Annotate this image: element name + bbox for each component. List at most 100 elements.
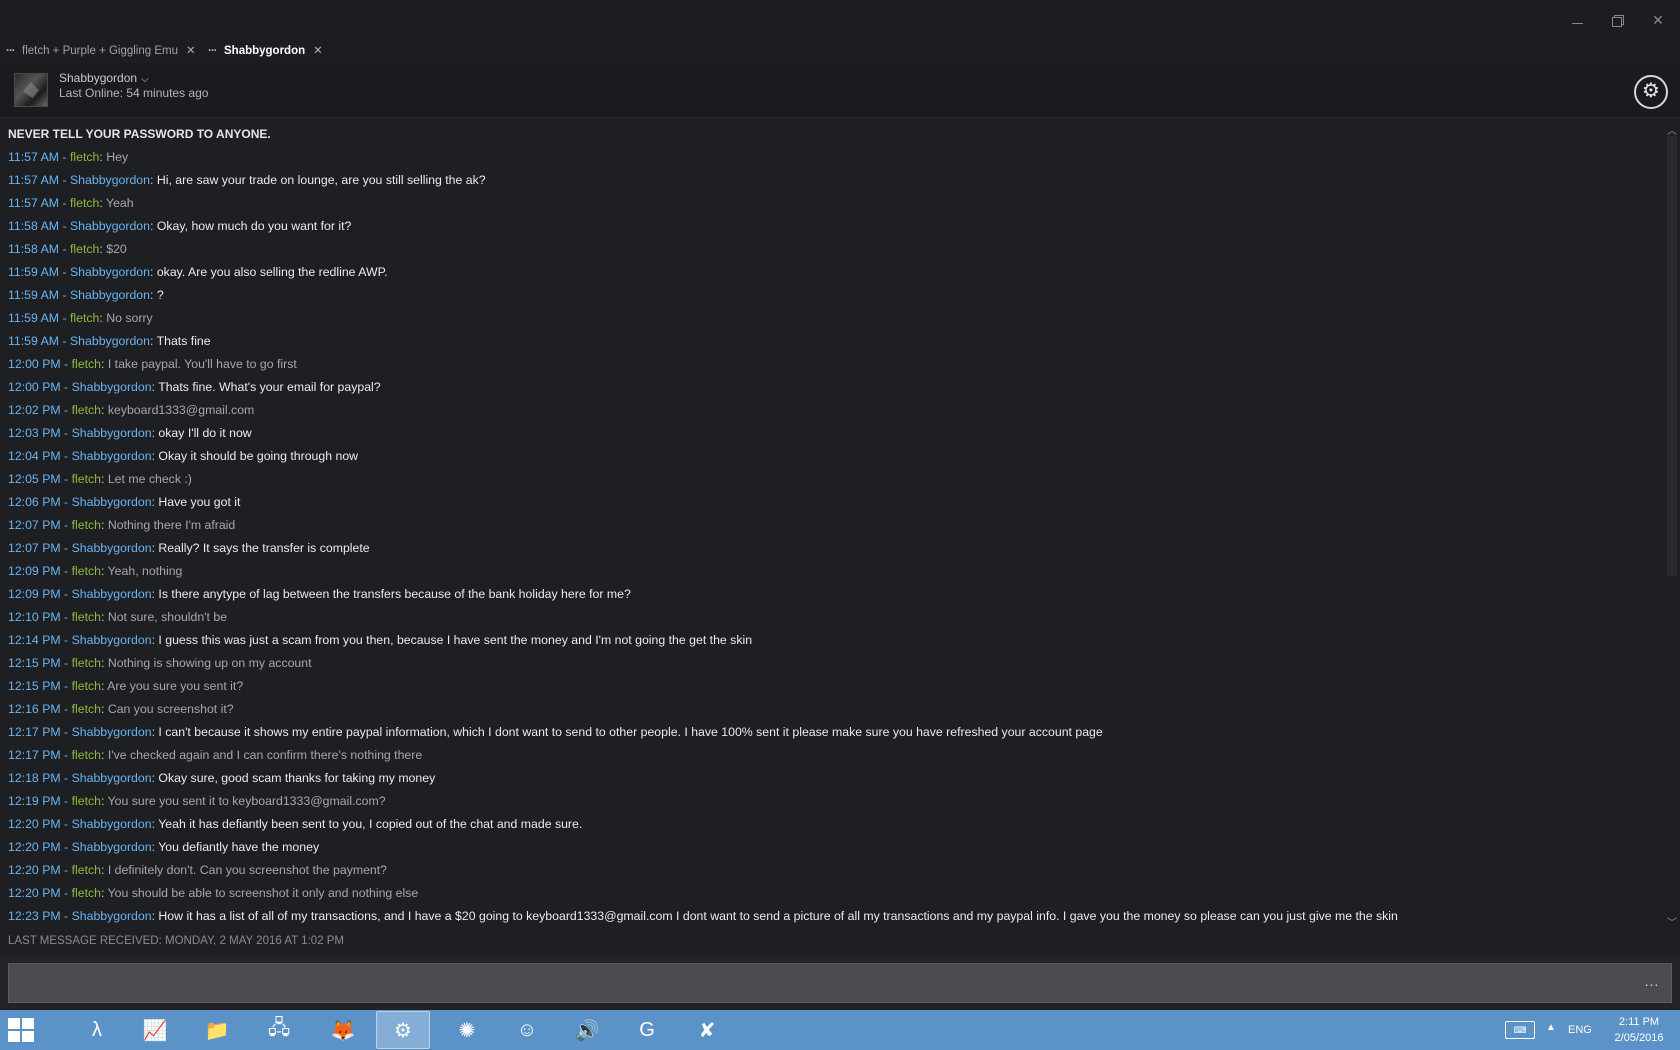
network-computer-taskbar-button[interactable]: 🖧 [252, 1011, 306, 1049]
scroll-thumb[interactable] [1667, 136, 1677, 576]
message-separator: - [60, 518, 72, 532]
lambda-taskbar-button[interactable]: λ [70, 1011, 124, 1049]
message-sender[interactable]: fletch [72, 472, 101, 486]
message-sender[interactable]: Shabbygordon [72, 380, 152, 394]
message-sender[interactable]: fletch [72, 357, 101, 371]
file-explorer-taskbar-button[interactable]: 📁 [190, 1011, 244, 1049]
message-separator: - [60, 725, 72, 739]
message-sender[interactable]: fletch [72, 794, 101, 808]
message-separator: - [60, 840, 72, 854]
chat-message: 11:58 AM - Shabbygordon: Okay, how much … [8, 218, 1658, 241]
chat-scrollbar[interactable]: ︿ ﹀ [1664, 118, 1680, 930]
logitech-g-taskbar-button[interactable]: G [620, 1011, 674, 1049]
message-sender[interactable]: fletch [72, 518, 101, 532]
language-indicator[interactable]: ENG [1568, 1024, 1592, 1050]
message-sender[interactable]: Shabbygordon [72, 817, 152, 831]
message-text: Okay it should be going through now [158, 449, 359, 463]
message-sender[interactable]: fletch [72, 564, 101, 578]
message-sender[interactable]: fletch [72, 702, 101, 716]
message-sender[interactable]: fletch [72, 679, 101, 693]
message-sender[interactable]: Shabbygordon [72, 725, 152, 739]
message-sender[interactable]: Shabbygordon [72, 587, 152, 601]
firefox-taskbar-button[interactable]: 🦊 [316, 1011, 370, 1049]
message-sender[interactable]: Shabbygordon [70, 219, 150, 233]
steam-taskbar-button[interactable]: ⚙ [376, 1011, 430, 1049]
message-sender[interactable]: fletch [72, 403, 101, 417]
message-text: Really? It says the transfer is complete [158, 541, 370, 555]
chat-message: 11:57 AM - fletch: Yeah [8, 195, 1658, 218]
message-sender[interactable]: fletch [70, 311, 99, 325]
message-separator: - [60, 610, 72, 624]
scroll-down-icon[interactable]: ﹀ [1666, 914, 1678, 929]
close-window-button[interactable]: ✕ [1646, 10, 1670, 30]
message-separator: - [60, 863, 72, 877]
message-sender[interactable]: fletch [72, 748, 101, 762]
friend-name-dropdown[interactable]: Shabbygordon ⌵ [59, 71, 149, 85]
avatar[interactable] [14, 73, 48, 107]
chat-message: 11:59 AM - fletch: No sorry [8, 310, 1658, 333]
notepad-chart-taskbar-button[interactable]: 📈 [128, 1011, 182, 1049]
message-colon: : [100, 403, 108, 417]
chat-message: 11:59 AM - Shabbygordon: okay. Are you a… [8, 264, 1658, 287]
keyboard-icon[interactable]: ⌨ [1505, 1021, 1535, 1039]
dota-taskbar-button[interactable]: ✘ [680, 1011, 734, 1049]
message-sender[interactable]: Shabbygordon [72, 633, 152, 647]
message-text: Okay sure, good scam thanks for taking m… [158, 771, 436, 785]
clock[interactable]: 2:11 PM 2/05/2016 [1608, 1014, 1670, 1050]
message-sender[interactable]: fletch [70, 242, 99, 256]
tab-group-chat[interactable]: ··· fletch + Purple + Giggling Emu ✕ [6, 40, 196, 62]
discord-taskbar-button[interactable]: ☺ [500, 1011, 554, 1049]
message-timestamp: 11:59 AM [8, 311, 60, 325]
chat-message: 12:00 PM - Shabbygordon: Thats fine. Wha… [8, 379, 1658, 402]
message-separator: - [60, 587, 72, 601]
message-sender[interactable]: fletch [72, 863, 101, 877]
scroll-up-icon[interactable]: ︿ [1666, 122, 1678, 137]
tab-menu-icon[interactable]: ··· [6, 40, 16, 62]
message-sender[interactable]: fletch [70, 150, 99, 164]
tab-close-icon[interactable]: ✕ [186, 40, 196, 62]
message-sender[interactable]: Shabbygordon [72, 426, 152, 440]
gear-icon[interactable]: ⚙ [1634, 75, 1668, 109]
message-sender[interactable]: Shabbygordon [72, 840, 152, 854]
minimize-button[interactable] [1566, 10, 1590, 30]
more-options-button[interactable]: ... [1640, 974, 1664, 989]
speaker-taskbar-button[interactable]: 🔊 [560, 1011, 614, 1049]
message-sender[interactable]: fletch [72, 610, 101, 624]
message-separator: - [60, 426, 72, 440]
tab-close-icon[interactable]: ✕ [313, 40, 323, 62]
message-sender[interactable]: fletch [72, 886, 101, 900]
chat-message: 12:00 PM - fletch: I take paypal. You'll… [8, 356, 1658, 379]
message-separator: - [59, 219, 70, 233]
message-separator: - [60, 564, 72, 578]
message-sender[interactable]: Shabbygordon [72, 771, 152, 785]
message-sender[interactable]: Shabbygordon [72, 495, 152, 509]
windows-taskbar: λ 📈 📁 🖧 🦊 ⚙ ✺ ☺ 🔊 G ✘ ⌨ ▲ ENG 2:11 PM 2/05/2016 [0, 1010, 1680, 1050]
message-timestamp: 12:06 PM [8, 495, 61, 509]
message-colon: : [149, 288, 157, 302]
message-text: Nothing there I'm afraid [107, 518, 236, 532]
windows-start-button[interactable] [8, 1018, 40, 1044]
chat-message: 12:20 PM - Shabbygordon: Yeah it has def… [8, 816, 1658, 839]
message-sender[interactable]: Shabbygordon [70, 265, 150, 279]
tab-shabbygordon[interactable]: ··· Shabbygordon ✕ [208, 40, 323, 62]
message-sender[interactable]: fletch [70, 196, 99, 210]
message-text: I definitely don't. Can you screenshot t… [107, 863, 388, 877]
message-sender[interactable]: Shabbygordon [72, 909, 152, 923]
message-sender[interactable]: Shabbygordon [70, 334, 150, 348]
message-sender[interactable]: fletch [72, 656, 101, 670]
tray-expand-icon[interactable]: ▲ [1546, 1022, 1556, 1050]
blue-orb-taskbar-button[interactable]: ✺ [440, 1011, 494, 1049]
message-sender[interactable]: Shabbygordon [70, 173, 150, 187]
chat-log[interactable]: NEVER TELL YOUR PASSWORD TO ANYONE. 11:5… [0, 118, 1664, 930]
tab-menu-icon[interactable]: ··· [208, 40, 218, 62]
chat-message: 12:07 PM - fletch: Nothing there I'm afr… [8, 517, 1658, 540]
message-sender[interactable]: Shabbygordon [72, 541, 152, 555]
message-text: No sorry [106, 311, 153, 325]
message-sender[interactable]: Shabbygordon [72, 449, 152, 463]
message-colon: : [100, 564, 108, 578]
message-input[interactable] [8, 963, 1672, 1003]
restore-button[interactable] [1606, 10, 1630, 30]
chat-message: 11:59 AM - Shabbygordon: Thats fine [8, 333, 1658, 356]
message-sender[interactable]: Shabbygordon [70, 288, 150, 302]
chat-message: 12:04 PM - Shabbygordon: Okay it should … [8, 448, 1658, 471]
